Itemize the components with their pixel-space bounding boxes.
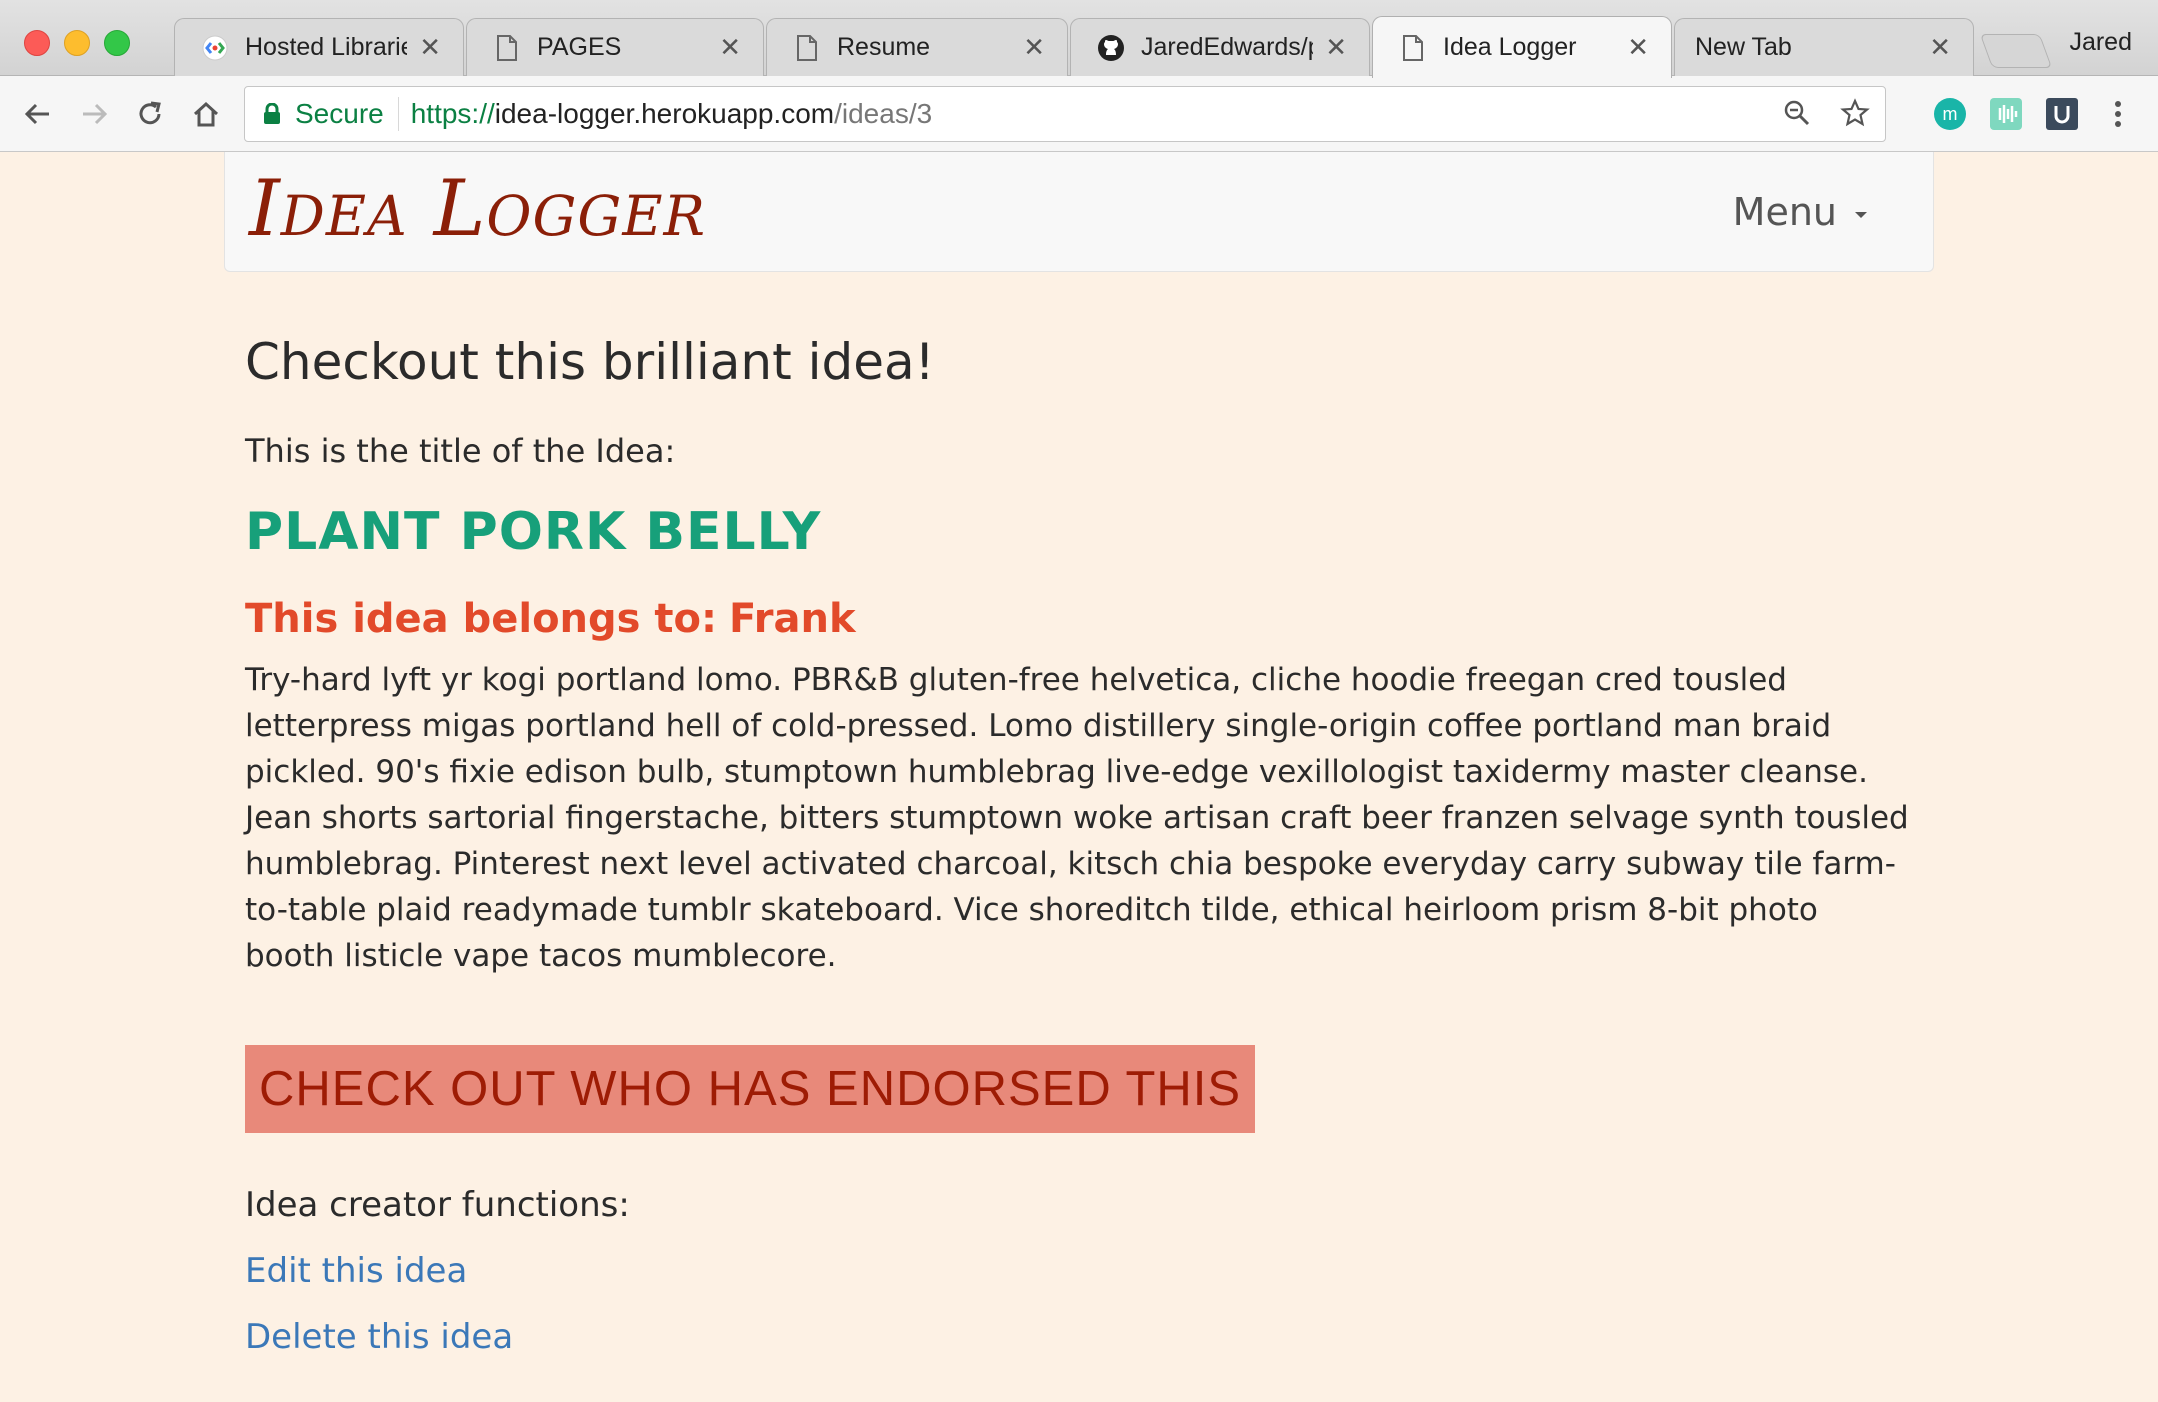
tab-title: Idea Logger: [1443, 33, 1577, 61]
tab-title: PAGES: [537, 33, 622, 61]
tab-title: Resume: [837, 33, 931, 61]
page-icon: [1399, 34, 1427, 62]
new-tab-button[interactable]: [1979, 34, 2053, 68]
reload-icon: [139, 101, 161, 125]
browser-tab-new-tab[interactable]: New Tab ✕: [1674, 18, 1974, 76]
browser-tab-pages[interactable]: PAGES ✕: [466, 18, 764, 76]
forward-button[interactable]: [72, 92, 116, 136]
secure-label: Secure: [295, 98, 384, 129]
window-zoom-button[interactable]: [104, 30, 130, 56]
window-close-button[interactable]: [24, 30, 50, 56]
reload-button[interactable]: [128, 92, 172, 136]
page-viewport: Idea Logger Menu Checkout this brilliant…: [0, 152, 2158, 1402]
security-indicator[interactable]: Secure: [245, 97, 399, 131]
back-arrow-icon: [24, 103, 49, 125]
idea-title: PLANT PORK BELLY: [245, 502, 822, 562]
profile-name[interactable]: Jared: [2069, 28, 2132, 57]
more-vertical-icon: [2115, 101, 2121, 127]
edit-idea-link[interactable]: Edit this idea: [245, 1251, 1910, 1291]
close-icon[interactable]: ✕: [419, 32, 441, 63]
menu-dropdown-toggle[interactable]: Menu: [1733, 190, 1867, 234]
forward-arrow-icon: [83, 103, 108, 125]
url-host: idea-logger.herokuapp.com: [494, 98, 835, 129]
page-icon: [493, 34, 521, 62]
browser-tab-hosted-libraries[interactable]: Hosted Libraries ✕: [174, 18, 464, 76]
url-text[interactable]: https://idea-logger.herokuapp.com/ideas/…: [399, 98, 932, 130]
app-brand-link[interactable]: Idea Logger: [249, 170, 706, 248]
browser-toolbar: Secure https://idea-logger.herokuapp.com…: [0, 76, 2158, 152]
app-navbar: Idea Logger Menu: [224, 152, 1934, 272]
window-minimize-button[interactable]: [64, 30, 90, 56]
idea-owner-name: Frank: [729, 596, 856, 643]
close-icon[interactable]: ✕: [1023, 32, 1045, 63]
google-developers-icon: [201, 34, 229, 62]
tab-title: New Tab: [1695, 33, 1792, 61]
close-icon[interactable]: ✕: [1627, 32, 1649, 63]
extension-u-icon[interactable]: [2042, 94, 2082, 134]
idea-description: Try-hard lyft yr kogi portland lomo. PBR…: [245, 662, 1909, 975]
github-icon: [1097, 34, 1125, 62]
bookmark-star-icon[interactable]: [1835, 93, 1875, 133]
tab-title: JaredEdwards/pr: [1141, 33, 1314, 61]
browser-tab-resume[interactable]: Resume ✕: [766, 18, 1068, 76]
idea-owner: This idea belongs to: Frank: [245, 597, 1910, 641]
back-button[interactable]: [16, 92, 60, 136]
caret-down-icon: [1855, 212, 1867, 218]
page-icon: [793, 34, 821, 62]
page-heading: Checkout this brilliant idea!: [245, 333, 935, 391]
zoom-icon[interactable]: [1777, 93, 1817, 133]
idea-owner-label: This idea belongs to:: [245, 596, 717, 643]
delete-idea-link[interactable]: Delete this idea: [245, 1317, 1910, 1357]
extension-audio-icon[interactable]: [1986, 94, 2026, 134]
svg-text:m: m: [1943, 104, 1958, 124]
close-icon[interactable]: ✕: [1325, 32, 1347, 63]
lock-icon: [264, 103, 280, 124]
browser-menu-button[interactable]: [2098, 94, 2138, 134]
creator-functions-label: Idea creator functions:: [245, 1185, 630, 1226]
idea-detail: Checkout this brilliant idea! This is th…: [245, 332, 1910, 1357]
home-icon: [193, 101, 219, 127]
browser-tab-github[interactable]: JaredEdwards/pr ✕: [1070, 18, 1370, 76]
home-button[interactable]: [184, 92, 228, 136]
url-path: /ideas/3: [834, 98, 933, 129]
extension-m-icon[interactable]: m: [1930, 94, 1970, 134]
address-bar[interactable]: Secure https://idea-logger.herokuapp.com…: [244, 86, 1886, 142]
close-icon[interactable]: ✕: [719, 32, 741, 63]
idea-title-label: This is the title of the Idea:: [245, 432, 676, 470]
close-icon[interactable]: ✕: [1929, 32, 1951, 63]
menu-label: Menu: [1732, 190, 1837, 234]
browser-tab-idea-logger[interactable]: Idea Logger ✕: [1372, 16, 1672, 78]
view-endorsements-button[interactable]: CHECK OUT WHO HAS ENDORSED THIS: [245, 1045, 1256, 1134]
browser-titlebar: Hosted Libraries ✕ PAGES ✕ Resume ✕ Jare…: [0, 0, 2158, 78]
tab-title: Hosted Libraries: [245, 33, 407, 61]
url-scheme: https://: [410, 98, 495, 129]
